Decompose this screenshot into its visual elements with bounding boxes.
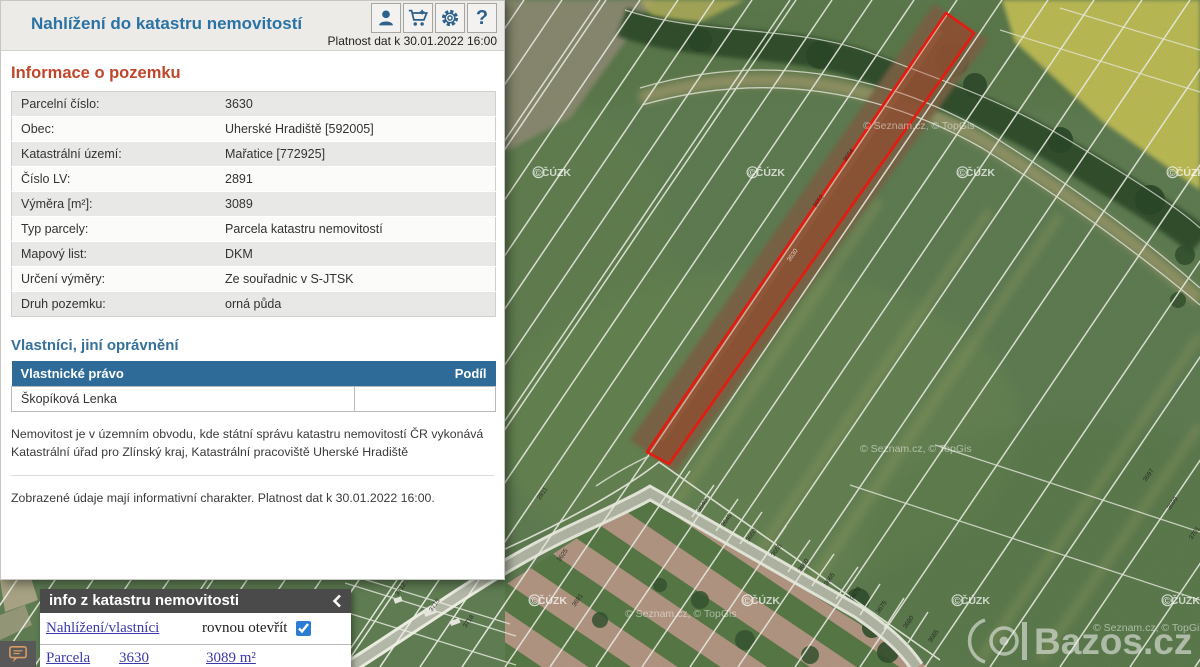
bazos-watermark: Bazos.cz <box>970 620 1193 662</box>
cart-add-icon <box>407 7 429 29</box>
table-row: Výměra [m²]:3089 <box>12 192 496 217</box>
svg-text:©ČÚZK: ©ČÚZK <box>743 594 780 607</box>
user-button[interactable] <box>371 3 401 33</box>
svg-text:© Seznam.cz, © TopGis: © Seznam.cz, © TopGis <box>860 443 972 455</box>
owner-share <box>355 387 496 412</box>
feedback-button[interactable] <box>0 641 36 667</box>
owners-table: Vlastnické právo Podíl Škopíková Lenka <box>11 361 496 412</box>
owner-name: Škopíková Lenka <box>12 387 355 412</box>
jurisdiction-note: Nemovitost je v územním obvodu, kde stát… <box>11 425 493 462</box>
app-root: 3630 3640 3645 3650 3655 3660 3665 3670 … <box>0 0 1200 667</box>
nahlizeni-vlastnici-link[interactable]: Nahlížení/vlastníci <box>46 620 202 637</box>
table-row: Druh pozemku:orná půda <box>12 292 496 317</box>
popup-row-parcela: Parcela 3630 3089 m² <box>40 644 351 667</box>
table-row: Číslo LV:2891 <box>12 167 496 192</box>
section-title-parcel-info: Informace o pozemku <box>11 64 494 83</box>
cart-button[interactable] <box>403 3 433 33</box>
panel-header: Nahlížení do katastru nemovitostí <box>1 1 504 51</box>
parcela-link[interactable]: Parcela <box>46 650 119 667</box>
help-button[interactable]: ? <box>467 3 497 33</box>
owner-row: Škopíková Lenka <box>12 387 496 412</box>
svg-text:©ČÚZK: ©ČÚZK <box>1168 166 1200 179</box>
svg-text:©ČÚZK: ©ČÚZK <box>748 166 785 179</box>
owners-header-row: Vlastnické právo Podíl <box>12 361 496 387</box>
svg-text:©ČÚZK: ©ČÚZK <box>534 166 571 179</box>
svg-text:©ČÚZK: ©ČÚZK <box>530 594 567 607</box>
user-icon <box>375 7 397 29</box>
svg-text:© Seznam.cz, © TopGis: © Seznam.cz, © TopGis <box>625 608 737 620</box>
svg-text:Bazos.cz: Bazos.cz <box>1034 621 1192 662</box>
owners-col-left: Vlastnické právo <box>12 361 355 387</box>
table-row: Katastrální území:Mařatice [772925] <box>12 142 496 167</box>
page-title: Nahlížení do katastru nemovitostí <box>31 14 302 34</box>
owners-col-right: Podíl <box>355 361 496 387</box>
table-row: Obec:Uherské Hradiště [592005] <box>12 117 496 142</box>
popup-title: info z katastru nemovitosti <box>49 592 239 609</box>
open-directly-checkbox[interactable] <box>296 621 311 636</box>
data-validity-label: Platnost dat k 30.01.2022 16:00 <box>328 34 497 48</box>
disclaimer-note: Zobrazené údaje mají informativní charak… <box>11 489 493 507</box>
table-row: Mapový list:DKM <box>12 242 496 267</box>
svg-text:©ČÚZK: ©ČÚZK <box>1163 594 1200 607</box>
divider <box>11 475 494 476</box>
collapse-chevron-icon[interactable] <box>332 594 342 608</box>
table-row: Typ parcely:Parcela katastru nemovitostí <box>12 217 496 242</box>
parcel-number-link[interactable]: 3630 <box>119 650 206 667</box>
section-title-owners: Vlastníci, jiní oprávnění <box>11 337 494 354</box>
table-row: Parcelní číslo:3630 <box>12 92 496 117</box>
popup-row-nahlizeni: Nahlížení/vlastníci rovnou otevřít <box>40 613 351 644</box>
map-info-popup: info z katastru nemovitosti Nahlížení/vl… <box>40 589 351 667</box>
settings-button[interactable] <box>435 3 465 33</box>
svg-text:©ČÚZK: ©ČÚZK <box>953 594 990 607</box>
popup-header[interactable]: info z katastru nemovitosti <box>40 589 351 613</box>
help-icon: ? <box>476 8 488 28</box>
svg-text:©ČÚZK: ©ČÚZK <box>958 166 995 179</box>
map-texture <box>505 0 1200 667</box>
speech-bubble-icon <box>8 645 28 663</box>
table-row: Určení výměry:Ze souřadnic v S-JTSK <box>12 267 496 292</box>
parcel-info-table: Parcelní číslo:3630 Obec:Uherské Hradišt… <box>11 91 496 317</box>
rovnou-otevrit-label: rovnou otevřít <box>202 620 287 637</box>
info-panel: Nahlížení do katastru nemovitostí <box>0 0 505 580</box>
svg-text:© Seznam.cz, © TopGis: © Seznam.cz, © TopGis <box>863 120 975 132</box>
gear-icon <box>439 7 461 29</box>
parcel-area-link[interactable]: 3089 m² <box>206 650 256 667</box>
